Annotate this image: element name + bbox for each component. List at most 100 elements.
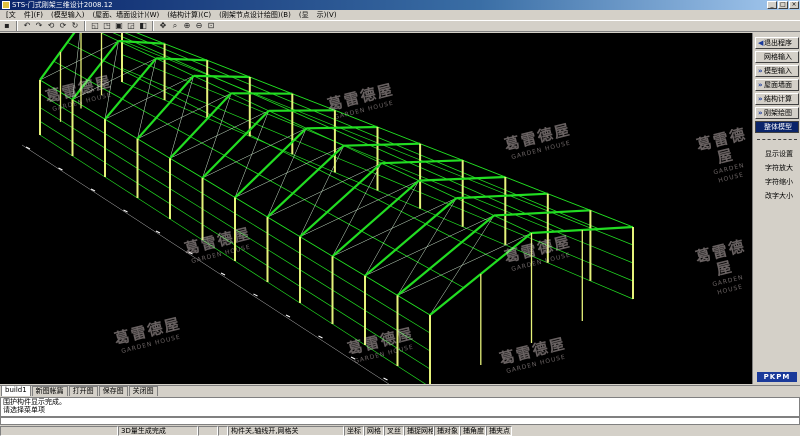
view-front-icon[interactable]: ◱ (90, 21, 100, 31)
roof-purlin (525, 213, 566, 232)
wall-girt (547, 262, 591, 282)
menu-frame-drawing[interactable]: (刚架节点设计绘图)(B) (215, 10, 295, 20)
snap-grid-toggle[interactable]: 捕捉网格 (404, 426, 434, 436)
status-cell (198, 426, 218, 436)
wall-girt (292, 138, 336, 158)
zoom-window-icon[interactable]: ⌕ (170, 21, 180, 31)
exit-program-button[interactable]: ◀退出程序 (755, 37, 799, 49)
roof-brace (267, 162, 382, 218)
wall-girt (207, 117, 250, 137)
roof-brace (299, 145, 345, 237)
change-font-size-item[interactable]: 改字大小 (755, 191, 799, 202)
view-iso-icon[interactable]: ◧ (138, 21, 148, 31)
whole-model-button[interactable]: 整体模型 (755, 121, 799, 133)
roof-purlin (447, 179, 488, 197)
tab-new-drawing[interactable]: 新图帐篇 (31, 386, 68, 396)
snap-angle-toggle[interactable]: 捕角度 (460, 426, 486, 436)
wall-girt (202, 193, 236, 214)
undo-icon[interactable]: ↶ (22, 21, 32, 31)
wall-girt (137, 197, 171, 220)
wall-girt (137, 138, 171, 159)
maximize-button[interactable]: □ (778, 1, 788, 9)
wall-girt (104, 118, 138, 140)
roof-wall-button[interactable]: »屋面墙面 (755, 79, 799, 91)
redo-icon[interactable]: ↷ (34, 21, 44, 31)
tab-close-drawing[interactable]: 关闭图 (128, 386, 158, 396)
wall-girt (590, 262, 634, 282)
app-icon (2, 1, 10, 9)
tab-save-drawing[interactable]: 保存图 (98, 386, 128, 396)
axis-marker (285, 314, 291, 318)
display-settings-item[interactable]: 显示设置 (755, 149, 799, 160)
grid-input-button[interactable]: 网格输入 (755, 51, 799, 63)
button-label: 退出程序 (764, 39, 792, 47)
view-top-icon[interactable]: ◲ (126, 21, 136, 31)
menu-display-open[interactable]: (显 (295, 10, 313, 20)
rotate-left-icon[interactable]: ⟲ (46, 21, 56, 31)
snap-object-toggle[interactable]: 捕对象 (434, 426, 460, 436)
model-input-button[interactable]: »模型输入 (755, 65, 799, 77)
roof-purlin (100, 33, 119, 42)
button-label: 模型输入 (764, 67, 792, 75)
tab-build1[interactable]: build1 (1, 385, 31, 396)
tab-open-drawing[interactable]: 打开图 (68, 386, 98, 396)
grid-toggle[interactable]: 网格 (364, 426, 384, 436)
wall-girt (292, 123, 336, 142)
crosshair-toggle[interactable]: 叉丝 (384, 426, 404, 436)
rotate-icon[interactable]: ↻ (70, 21, 80, 31)
menu-roof-wall[interactable]: (屋面、墙面设计)(W) (88, 10, 163, 20)
wall-girt (267, 281, 301, 304)
snap-grip-toggle[interactable]: 捕夹点 (486, 426, 512, 436)
rotate-right-icon[interactable]: ⟳ (58, 21, 68, 31)
zoom-in-icon[interactable]: ⊕ (182, 21, 192, 31)
roof-brace (397, 197, 457, 296)
wall-girt (332, 289, 366, 311)
axis-marker (383, 377, 388, 381)
zoom-out-icon[interactable]: ⊖ (194, 21, 204, 31)
menu-file-open[interactable]: [文 (2, 10, 20, 20)
menu-model-input[interactable]: (模型输入) (47, 10, 88, 20)
view-3d-icon[interactable]: ▣ (114, 21, 124, 31)
3d-model-viewport[interactable]: 葛雷德屋 GARDEN HOUSE 葛雷德屋 GARDEN HOUSE 葛雷德屋 GA… (0, 33, 752, 384)
zoom-extents-icon[interactable]: ⊡ (206, 21, 216, 31)
structural-calc-button[interactable]: »结构计算 (755, 93, 799, 105)
axis-marker (90, 188, 96, 192)
save-icon[interactable]: ▪ (2, 21, 12, 31)
roof-brace (202, 128, 307, 179)
status-cell (0, 426, 118, 436)
toolbar-separator (16, 21, 18, 31)
wall-girt (121, 67, 165, 87)
pan-icon[interactable]: ✥ (158, 21, 168, 31)
roof-purlin (343, 145, 382, 164)
roof-brace (169, 110, 269, 159)
rafter (493, 209, 591, 217)
roof-brace (267, 128, 307, 218)
wall-girt (292, 153, 336, 173)
view-side-icon[interactable]: ◳ (102, 21, 112, 31)
wall-girt (249, 106, 293, 125)
wall-girt (202, 177, 236, 198)
roof-purlin (435, 160, 477, 179)
minimize-button[interactable]: _ (767, 1, 777, 9)
coordinate-toggle[interactable]: 坐标 (344, 426, 364, 436)
command-input[interactable] (0, 417, 800, 425)
toolbar-separator (84, 21, 86, 31)
wall-girt (299, 302, 333, 325)
char-shrink-item[interactable]: 字符缩小 (755, 177, 799, 188)
wall-girt (137, 182, 171, 205)
frame-drawing-button[interactable]: »刚架绘图 (755, 107, 799, 119)
wall-girt (39, 134, 73, 157)
toolbar: ▪ ↶ ↷ ⟲ ⟳ ↻ ◱ ◳ ▣ ◲ ◧ ✥ ⌕ ⊕ ⊖ ⊡ (0, 20, 800, 32)
close-button[interactable]: × (789, 1, 799, 9)
button-label: 网格输入 (764, 53, 792, 61)
menu-structural-calc[interactable]: (结构计算)(C) (163, 10, 215, 20)
menu-file[interactable]: 件](F) (20, 10, 47, 20)
rafter (456, 192, 548, 200)
wall-girt (547, 210, 591, 229)
char-enlarge-item[interactable]: 字符放大 (755, 163, 799, 174)
wall-girt (121, 54, 165, 73)
rafter (396, 214, 495, 297)
command-output: 围护构件显示完成。 请选择菜单项 (0, 397, 800, 417)
rafter (364, 197, 458, 277)
menu-display[interactable]: 示)(V) (313, 10, 341, 20)
